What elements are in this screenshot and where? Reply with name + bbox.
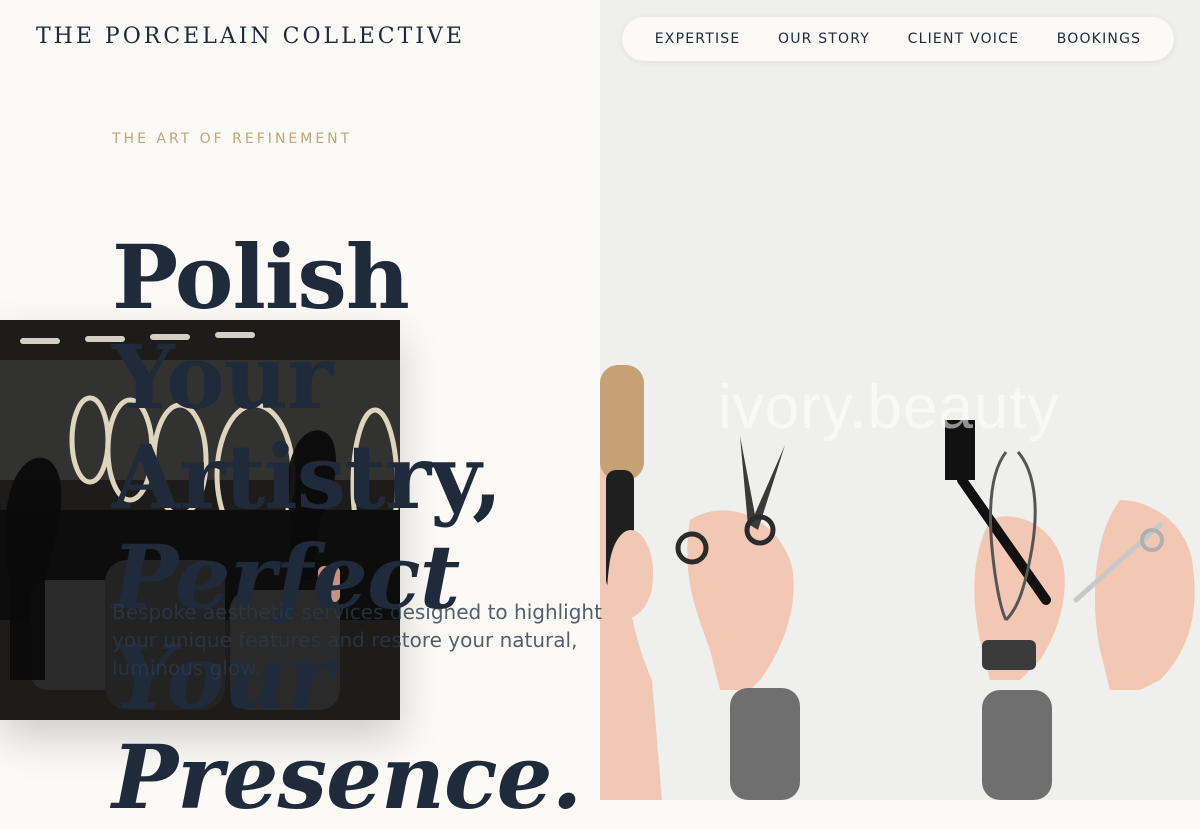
nav-item-client-voice[interactable]: CLIENT VOICE bbox=[908, 31, 1020, 47]
brand-logo-text[interactable]: THE PORCELAIN COLLECTIVE bbox=[36, 24, 465, 49]
nav-item-bookings[interactable]: BOOKINGS bbox=[1057, 31, 1142, 47]
headline-line-4: Presence. bbox=[112, 724, 582, 829]
headline-line-2: Artistry, bbox=[112, 424, 503, 529]
nav-item-expertise[interactable]: EXPERTISE bbox=[655, 31, 741, 47]
hero-eyebrow: THE ART OF REFINEMENT bbox=[112, 131, 353, 147]
hero-headline: Polish Your Artistry, Perfect Your Prese… bbox=[112, 227, 632, 827]
hero-description: Bespoke aesthetic services designed to h… bbox=[112, 600, 602, 680]
watermark-text: ivory.beauty bbox=[718, 373, 1060, 442]
nav-item-our-story[interactable]: OUR STORY bbox=[778, 31, 870, 47]
headline-line-1: Polish Your bbox=[112, 224, 410, 429]
hero-image-hands-tools: ivory.beauty bbox=[600, 0, 1200, 800]
top-navigation: EXPERTISE OUR STORY CLIENT VOICE BOOKING… bbox=[622, 17, 1174, 61]
